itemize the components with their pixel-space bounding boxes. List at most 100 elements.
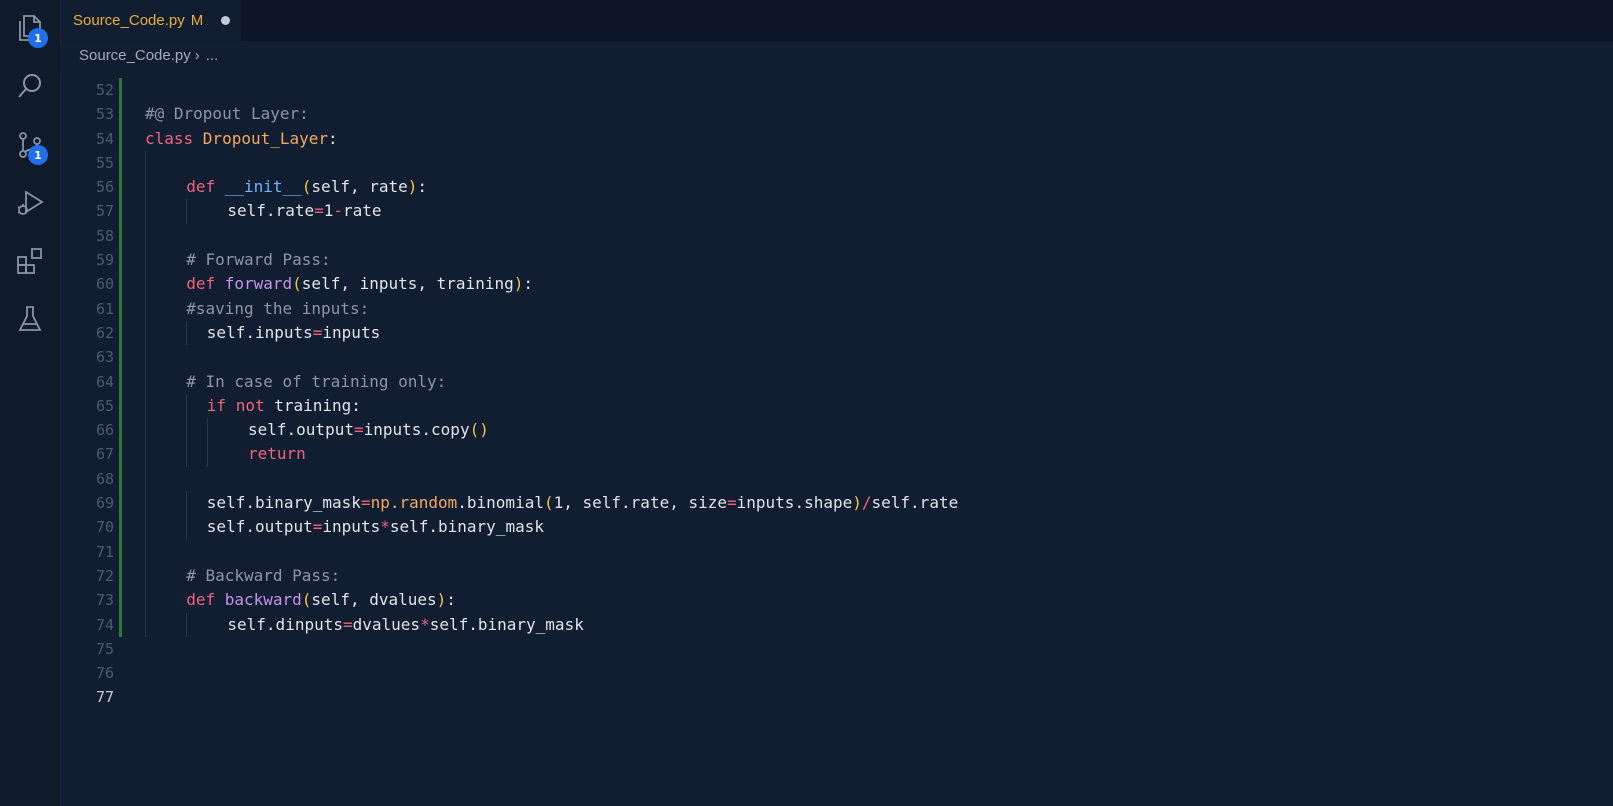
activity-bar: 1 1	[0, 0, 61, 806]
code-token: ()	[469, 420, 489, 440]
code-line[interactable]: 66 self.output=inputs.copy()	[61, 418, 1613, 443]
git-change-marker[interactable]	[119, 175, 122, 200]
git-change-marker[interactable]	[119, 369, 122, 394]
testing-icon[interactable]	[12, 301, 48, 337]
code-line[interactable]: 77	[61, 685, 1613, 709]
git-change-marker[interactable]	[119, 345, 122, 370]
git-change-marker[interactable]	[119, 491, 122, 516]
code-line[interactable]: 71	[61, 539, 1613, 564]
breadcrumb-file[interactable]: Source_Code.py	[79, 47, 191, 64]
code-token: :	[523, 274, 533, 294]
code-line[interactable]: 65 if not training:	[61, 393, 1613, 419]
extensions-icon[interactable]	[12, 243, 48, 279]
code-editor[interactable]: 52 53 #@ Dropout Layer: 54 class Dropout_Lay…	[61, 70, 1613, 806]
search-icon[interactable]	[12, 68, 48, 104]
code-token: =	[360, 493, 371, 513]
code-line[interactable]: 63	[61, 345, 1613, 370]
indent-guide	[145, 369, 146, 394]
code-token: self.dinputs	[227, 614, 343, 634]
git-change-marker[interactable]	[119, 223, 122, 249]
code-token: self, rate	[311, 177, 408, 197]
code-token: self.rate	[227, 201, 315, 221]
indent-guide	[186, 612, 188, 637]
indent-guide	[186, 418, 188, 443]
git-change-marker[interactable]	[119, 442, 122, 467]
code-token: return	[248, 444, 306, 464]
git-change-marker[interactable]	[119, 563, 122, 589]
git-change-marker[interactable]	[119, 515, 122, 540]
code-token: Dropout_Layer	[202, 128, 329, 148]
code-line[interactable]: 72 # Backward Pass:	[61, 563, 1613, 589]
git-change-marker[interactable]	[119, 418, 122, 443]
code-line[interactable]: 60 def forward(self, inputs, training):	[61, 272, 1613, 297]
indent-guide	[145, 320, 146, 346]
code-token: =	[312, 322, 323, 342]
git-change-marker[interactable]	[119, 466, 122, 492]
git-change-marker[interactable]	[119, 393, 122, 419]
git-change-marker[interactable]	[119, 150, 122, 176]
code-text: self.inputs=inputs	[207, 321, 380, 345]
line-number: 62	[95, 323, 114, 342]
indent-guide	[145, 418, 146, 443]
git-change-marker[interactable]	[119, 296, 122, 321]
code-line[interactable]: 52	[61, 78, 1613, 103]
line-number: 74	[95, 615, 114, 634]
code-token: training:	[274, 395, 361, 415]
code-token: inputs.shape	[736, 493, 853, 513]
git-change-marker[interactable]	[119, 320, 122, 346]
editor-tab-source-code[interactable]: Source_Code.py M	[61, 0, 241, 41]
code-line[interactable]: 74 self.dinputs=dvalues*self.binary_mask	[61, 612, 1613, 637]
code-line[interactable]: 58	[61, 223, 1613, 249]
line-number: 69	[95, 494, 114, 513]
git-change-marker[interactable]	[119, 78, 122, 103]
git-change-marker[interactable]	[119, 539, 122, 564]
code-token: :	[328, 128, 338, 148]
code-line[interactable]: 61 #saving the inputs:	[61, 296, 1613, 321]
code-text: def backward(self, dvalues):	[186, 588, 456, 612]
code-token: )	[852, 493, 862, 513]
git-change-marker[interactable]	[119, 248, 122, 273]
indent-guide	[186, 442, 188, 467]
line-number: 70	[95, 518, 114, 537]
unsaved-dot-icon[interactable]	[221, 16, 231, 25]
source-control-badge: 1	[28, 145, 48, 165]
code-text: if not training:	[207, 394, 361, 418]
code-line[interactable]: 55	[61, 150, 1613, 176]
line-number: 67	[95, 445, 114, 464]
code-line[interactable]: 68	[61, 466, 1613, 492]
code-text: self.output=inputs*self.binary_mask	[207, 515, 544, 539]
code-line[interactable]: 73 def backward(self, dvalues):	[61, 588, 1613, 613]
tab-filename: Source_Code.py	[73, 12, 185, 29]
breadcrumb-symbol[interactable]: ...	[206, 47, 219, 64]
git-change-marker[interactable]	[119, 126, 122, 151]
git-change-marker[interactable]	[119, 588, 122, 613]
code-line[interactable]: 59 # Forward Pass:	[61, 248, 1613, 273]
code-token: backward	[224, 590, 302, 610]
code-text: class Dropout_Layer:	[145, 127, 338, 151]
code-line[interactable]: 67 return	[61, 442, 1613, 467]
code-line[interactable]: 76	[61, 661, 1613, 685]
git-change-marker[interactable]	[119, 102, 122, 127]
code-line[interactable]: 69 self.binary_mask=np.random.binomial(1,…	[61, 491, 1613, 516]
git-change-marker[interactable]	[119, 272, 122, 297]
code-line[interactable]: 64 # In case of training only:	[61, 369, 1613, 394]
git-change-marker[interactable]	[119, 612, 122, 637]
line-number: 72	[95, 566, 114, 585]
indent-guide	[145, 296, 146, 321]
code-line[interactable]: 53 #@ Dropout Layer:	[61, 102, 1613, 127]
code-line[interactable]: 54 class Dropout_Layer:	[61, 126, 1613, 151]
run-debug-icon[interactable]	[12, 185, 48, 221]
code-line[interactable]: 56 def __init__(self, rate):	[61, 175, 1613, 200]
code-text: def __init__(self, rate):	[186, 175, 427, 199]
code-token: )	[513, 274, 524, 294]
indent-guide	[145, 150, 146, 176]
line-number: 52	[95, 81, 114, 99]
code-line[interactable]: 62 self.inputs=inputs	[61, 320, 1613, 346]
code-line[interactable]: 57 self.rate=1-rate	[61, 199, 1613, 224]
git-change-marker[interactable]	[119, 199, 122, 224]
code-token: self, inputs, training	[301, 274, 514, 294]
line-number: 58	[95, 226, 114, 245]
code-line[interactable]: 75	[61, 637, 1613, 661]
breadcrumb: Source_Code.py › ...	[61, 41, 1613, 70]
code-line[interactable]: 70 self.output=inputs*self.binary_mask	[61, 515, 1613, 540]
